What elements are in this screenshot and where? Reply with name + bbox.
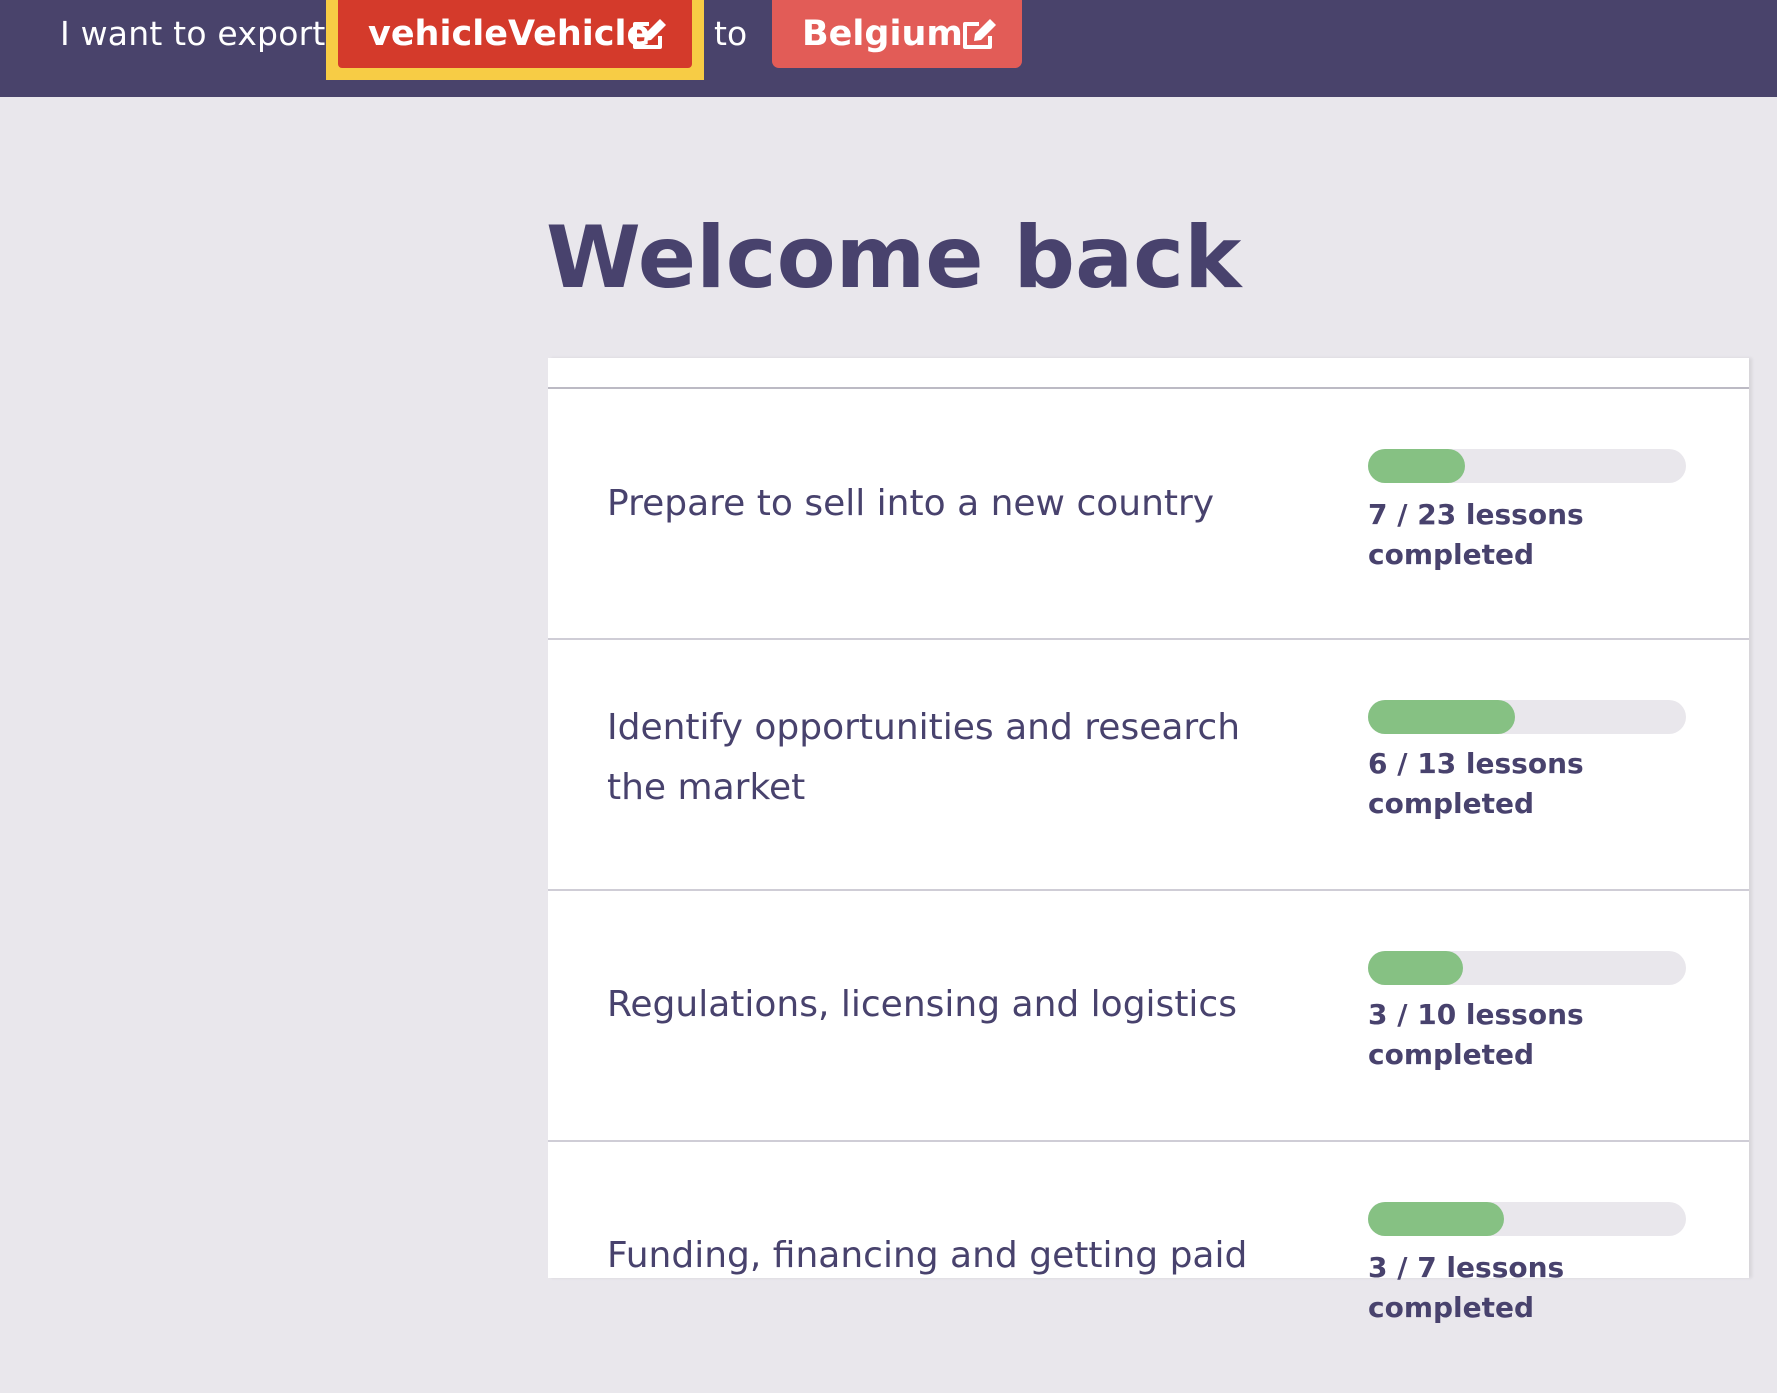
- progress-bar: [1368, 449, 1686, 483]
- progress-bar-fill: [1368, 951, 1464, 985]
- country-selector-button[interactable]: Belgium: [772, 0, 1022, 68]
- topic-row[interactable]: Identify opportunities and research the …: [548, 640, 1749, 891]
- progress-text: 7 / 23 lessons completed: [1368, 498, 1584, 571]
- topic-title: Funding, financing and getting paid: [607, 1235, 1248, 1276]
- progress-text: 3 / 10 lessons completed: [1368, 998, 1584, 1071]
- product-selector-button[interactable]: vehicleVehicle: [338, 0, 692, 68]
- card-header-divider: [548, 358, 1749, 389]
- progress-bar-fill: [1368, 700, 1515, 734]
- topic-title: Prepare to sell into a new country: [607, 483, 1215, 524]
- connector-text: to: [714, 14, 748, 53]
- progress-bar: [1368, 1202, 1686, 1236]
- progress-bar-fill: [1368, 449, 1465, 483]
- topic-row[interactable]: Prepare to sell into a new country 7 / 2…: [548, 389, 1749, 640]
- topics-card: Prepare to sell into a new country 7 / 2…: [548, 358, 1749, 1324]
- country-label: Belgium: [802, 14, 963, 54]
- progress-text: 6 / 13 lessons completed: [1368, 747, 1584, 820]
- progress-text: 3 / 7 lessons completed: [1368, 1251, 1565, 1324]
- product-label: vehicleVehicle: [368, 14, 651, 54]
- topic-title: Identify opportunities and research the …: [607, 707, 1241, 808]
- topic-row[interactable]: Funding, financing and getting paid 3 / …: [548, 1142, 1749, 1393]
- topic-title: Regulations, licensing and logistics: [607, 984, 1237, 1025]
- progress-bar: [1368, 700, 1686, 734]
- edit-icon: [963, 19, 996, 49]
- progress-bar: [1368, 951, 1686, 985]
- progress-bar-fill: [1368, 1202, 1505, 1236]
- export-intro-text: I want to export: [60, 14, 326, 53]
- page-title: Welcome back: [546, 208, 1242, 308]
- top-bar: I want to export vehicleVehicle to Belgi…: [0, 0, 1777, 97]
- edit-icon: [633, 19, 666, 49]
- topic-row[interactable]: Regulations, licensing and logistics 3 /…: [548, 891, 1749, 1142]
